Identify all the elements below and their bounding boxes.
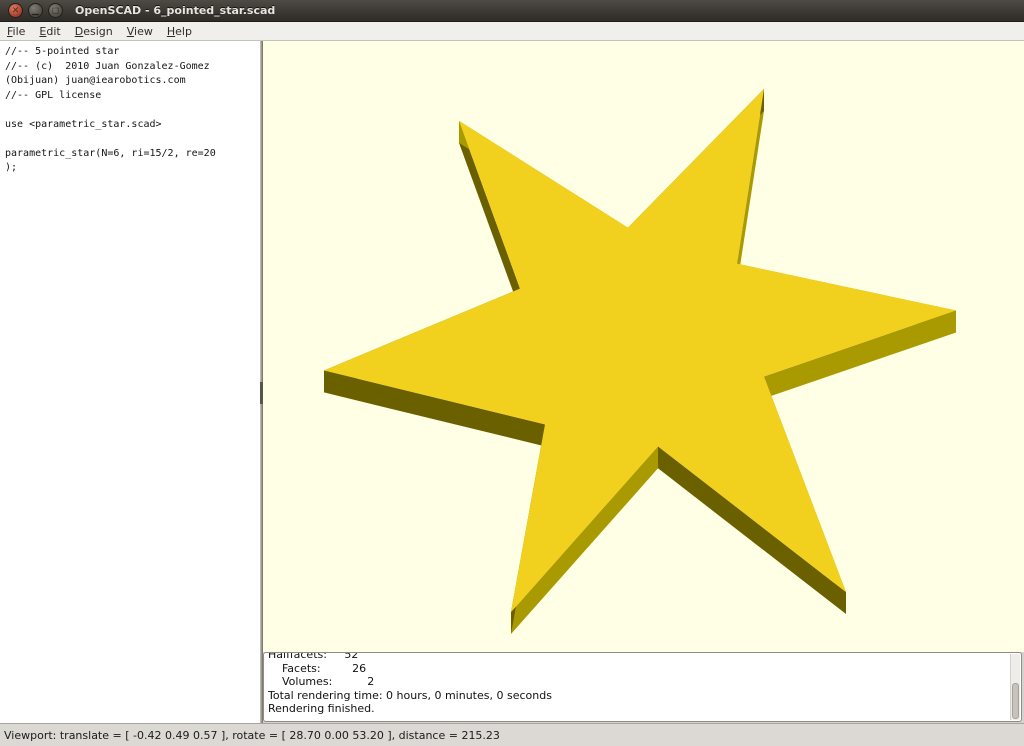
menu-help-label: Help <box>167 25 192 38</box>
close-icon: ✕ <box>12 6 20 15</box>
editor-pane[interactable]: //-- 5-pointed star //-- (c) 2010 Juan G… <box>0 41 260 723</box>
console-scrollbar[interactable] <box>1010 654 1020 720</box>
menu-design-label: Design <box>75 25 113 38</box>
openscad-window: ✕ ▁ ◻ OpenSCAD - 6_pointed_star.scad Fil… <box>0 0 1024 746</box>
menu-help[interactable]: Help <box>160 23 199 40</box>
console-log: Halffacets: 52 Facets: 26 Volumes: 2 Tot… <box>264 652 1021 716</box>
menubar: File Edit Design View Help <box>0 22 1024 41</box>
window-titlebar[interactable]: ✕ ▁ ◻ OpenSCAD - 6_pointed_star.scad <box>0 0 1024 22</box>
menu-file[interactable]: File <box>0 23 32 40</box>
menu-design[interactable]: Design <box>68 23 120 40</box>
maximize-icon: ◻ <box>52 6 59 15</box>
menu-view[interactable]: View <box>120 23 160 40</box>
statusbar-text: Viewport: translate = [ -0.42 0.49 0.57 … <box>4 729 500 742</box>
menu-edit[interactable]: Edit <box>32 23 67 40</box>
window-title: OpenSCAD - 6_pointed_star.scad <box>75 4 275 17</box>
menu-view-label: View <box>127 25 153 38</box>
menu-file-label: File <box>7 25 25 38</box>
minimize-icon: ▁ <box>32 6 39 15</box>
statusbar: Viewport: translate = [ -0.42 0.49 0.57 … <box>0 723 1024 746</box>
viewport-3d[interactable] <box>263 41 1024 652</box>
close-button[interactable]: ✕ <box>8 3 23 18</box>
right-pane: Halffacets: 52 Facets: 26 Volumes: 2 Tot… <box>263 41 1024 723</box>
maximize-button[interactable]: ◻ <box>48 3 63 18</box>
main-area: //-- 5-pointed star //-- (c) 2010 Juan G… <box>0 41 1024 723</box>
minimize-button[interactable]: ▁ <box>28 3 43 18</box>
menu-edit-label: Edit <box>39 25 60 38</box>
editor-code[interactable]: //-- 5-pointed star //-- (c) 2010 Juan G… <box>0 41 260 176</box>
console-scrollbar-thumb[interactable] <box>1012 683 1019 719</box>
star-svg <box>263 41 1024 652</box>
console-pane[interactable]: Halffacets: 52 Facets: 26 Volumes: 2 Tot… <box>263 652 1022 722</box>
